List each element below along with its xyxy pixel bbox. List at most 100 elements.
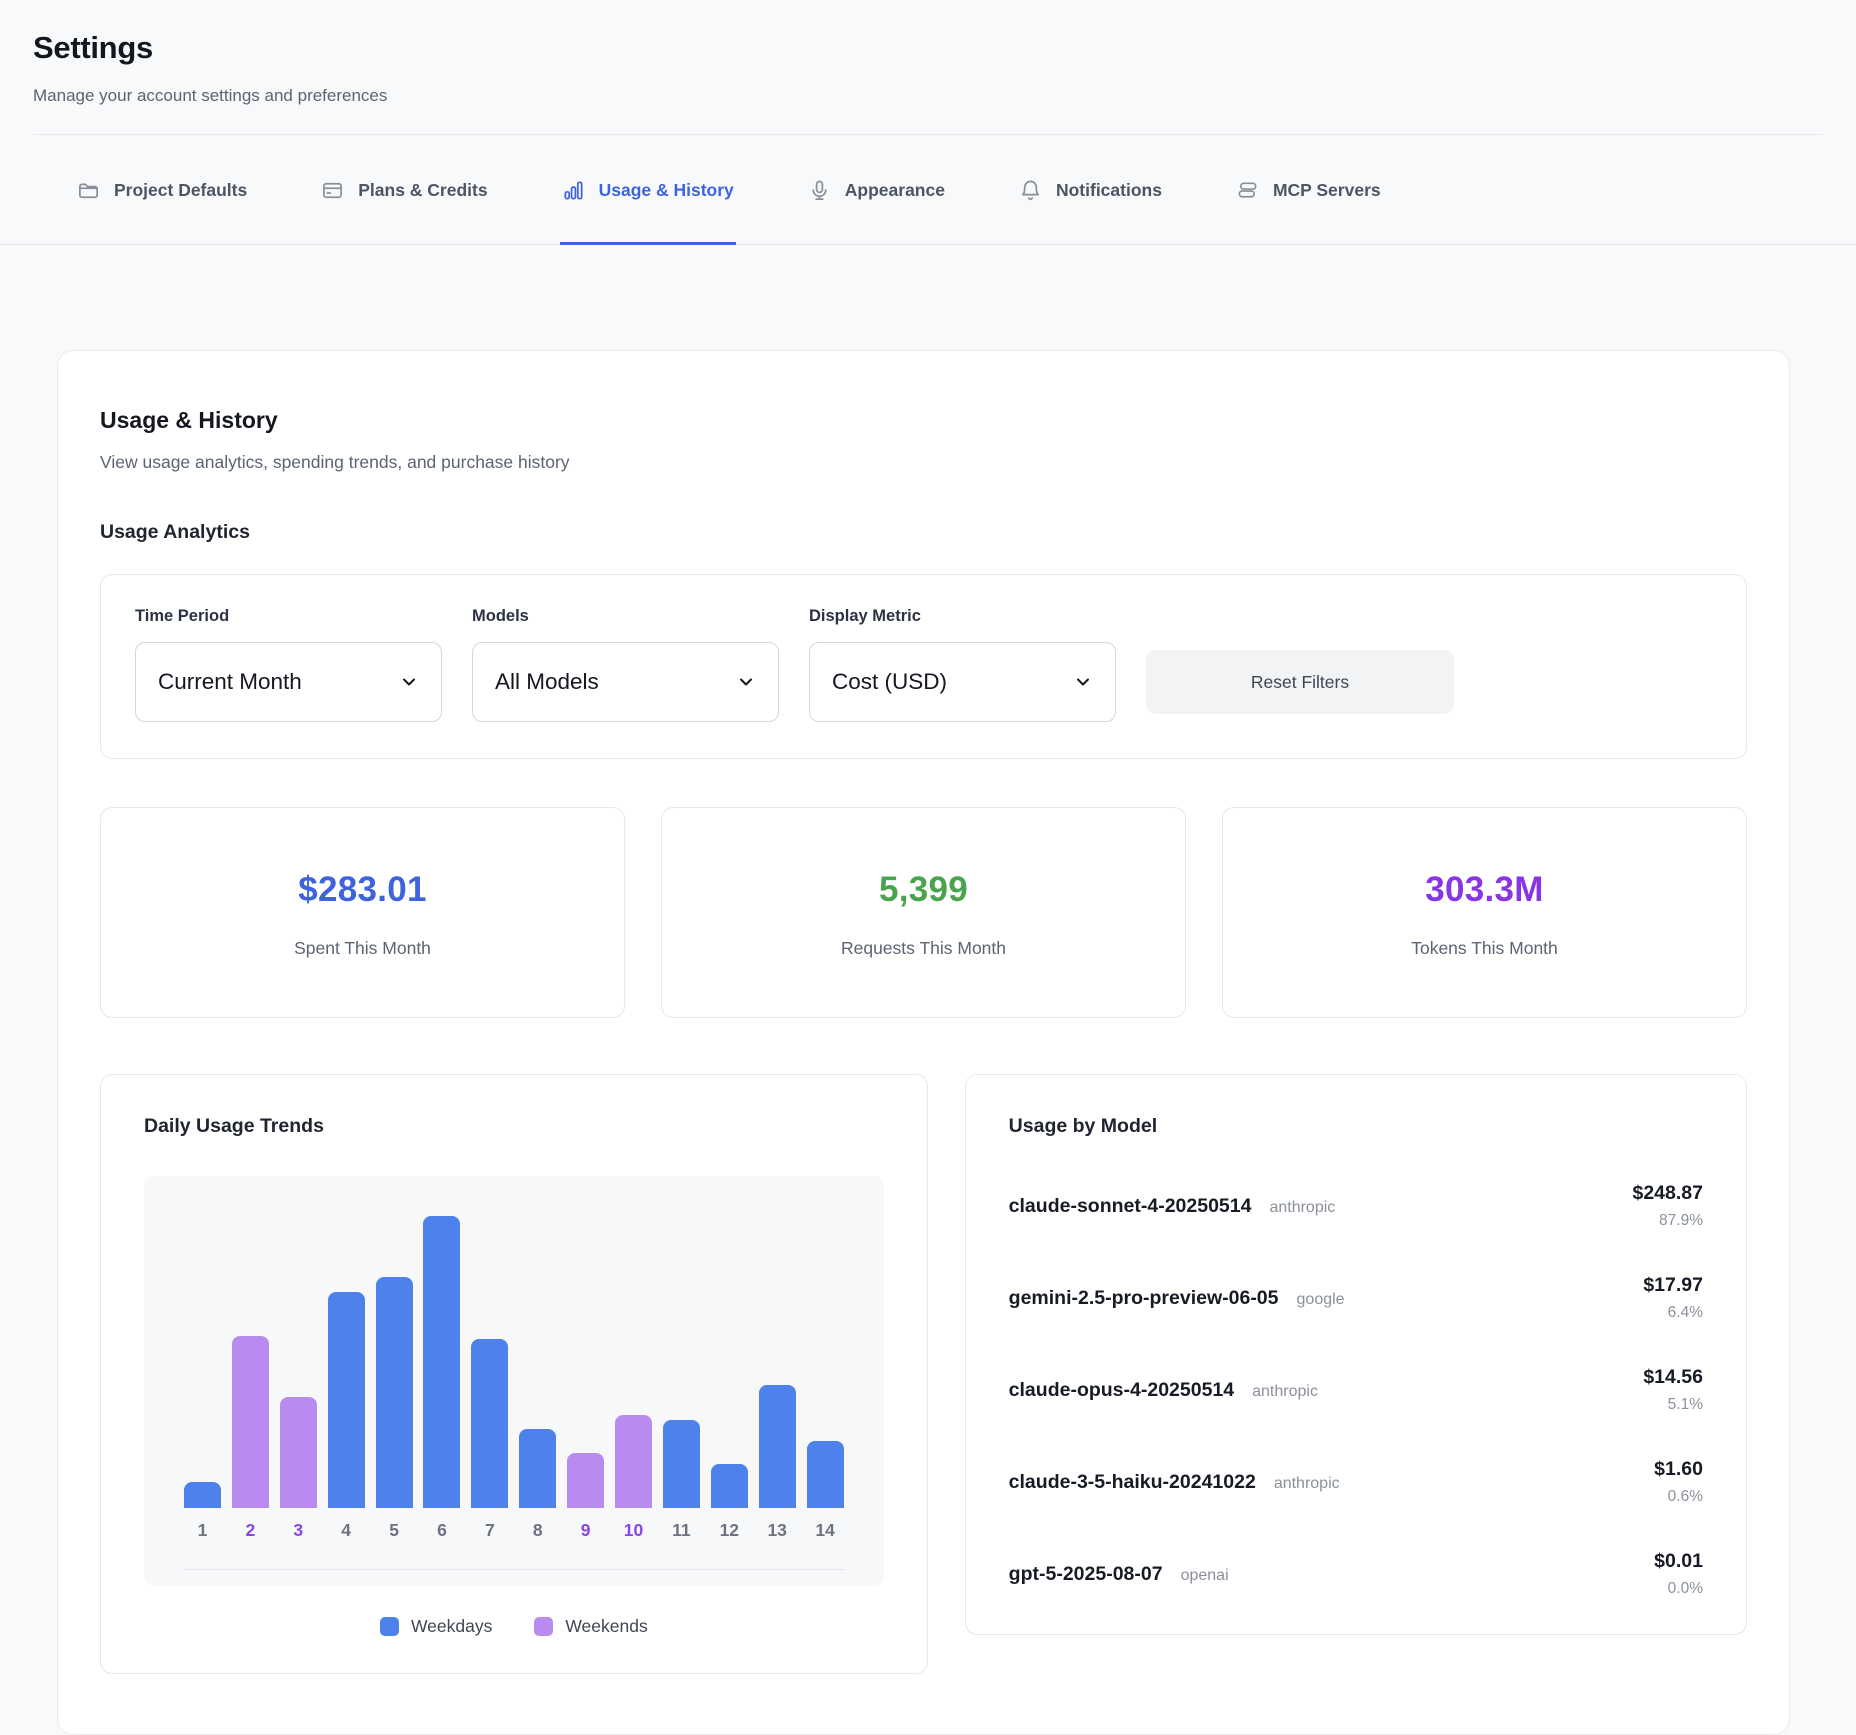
model-amount: $248.87	[1632, 1182, 1703, 1205]
usage-by-model-list: claude-sonnet-4-20250514 anthropic $248.87…	[1009, 1182, 1703, 1598]
x-tick-4: 4	[328, 1520, 365, 1541]
x-tick-12: 12	[711, 1520, 748, 1541]
usage-history-card: Usage & History View usage analytics, sp…	[57, 350, 1790, 1735]
page-header: Settings Manage your account settings an…	[0, 0, 1856, 106]
model-row-gemini-2-5-pro-preview-06-05: gemini-2.5-pro-preview-06-05 google $17.97…	[1009, 1274, 1703, 1322]
models-group: Models All Models	[472, 607, 779, 722]
model-row-claude-sonnet-4-20250514: claude-sonnet-4-20250514anthropic$248.87…	[1009, 1182, 1703, 1230]
models-select[interactable]: All Models	[472, 642, 779, 722]
settings-tab-bar: Project Defaults Plans & Credits Usage & H…	[0, 135, 1856, 245]
model-name: gemini-2.5-pro-preview-06-05	[1009, 1287, 1279, 1310]
tab-appearance[interactable]: Appearance	[806, 135, 947, 245]
model-amount: $14.56	[1643, 1366, 1703, 1389]
x-tick-5: 5	[376, 1520, 413, 1541]
daily-usage-trends-card: Daily Usage Trends 1234567891011121314 W…	[100, 1074, 928, 1674]
model-percent: 87.9%	[1632, 1212, 1703, 1230]
bottom-panels: Daily Usage Trends 1234567891011121314 W…	[100, 1074, 1747, 1674]
model-percent: 5.1%	[1643, 1396, 1703, 1414]
x-tick-3: 3	[280, 1520, 317, 1541]
model-cost: $17.976.4%	[1643, 1274, 1703, 1322]
weekends-swatch	[534, 1617, 553, 1636]
chevron-down-icon	[1073, 672, 1093, 692]
model-name: gpt-5-2025-08-07	[1009, 1563, 1163, 1586]
bar-day-6-weekday	[423, 1216, 460, 1508]
model-amount: $1.60	[1654, 1458, 1703, 1481]
bar-chart-icon	[562, 179, 585, 202]
model-amount: $0.01	[1654, 1550, 1703, 1573]
model-row-claude-opus-4-20250514: claude-opus-4-20250514anthropic $14.56 5.1…	[1009, 1366, 1703, 1414]
tab-label: Notifications	[1056, 180, 1162, 201]
stat-card-requests-this-month: 5,399Requests This Month	[661, 807, 1186, 1018]
model-info: gpt-5-2025-08-07 openai	[1009, 1563, 1229, 1586]
bar-day-10-weekend	[615, 1415, 652, 1508]
chart-title: Daily Usage Trends	[144, 1115, 884, 1138]
display-metric-group: Display Metric Cost (USD)	[809, 607, 1116, 722]
tab-label: Usage & History	[599, 180, 734, 201]
model-info: claude-opus-4-20250514anthropic	[1009, 1379, 1318, 1402]
usage-by-model-card: Usage by Model claude-sonnet-4-20250514 a…	[965, 1074, 1747, 1635]
bar-day-4-weekday	[328, 1292, 365, 1508]
chart-divider	[184, 1569, 844, 1570]
model-provider: openai	[1181, 1567, 1229, 1585]
stat-label: Spent This Month	[111, 938, 614, 959]
model-info: gemini-2.5-pro-preview-06-05 google	[1009, 1287, 1345, 1310]
chart-bars	[184, 1216, 844, 1508]
model-name: claude-3-5-haiku-20241022	[1009, 1471, 1256, 1494]
tab-label: Project Defaults	[114, 180, 247, 201]
usage-by-model-title: Usage by Model	[1009, 1115, 1703, 1138]
tab-notifications[interactable]: Notifications	[1017, 135, 1164, 245]
x-tick-13: 13	[759, 1520, 796, 1541]
x-tick-11: 11	[663, 1520, 700, 1541]
x-tick-6: 6	[423, 1520, 460, 1541]
stat-card-tokens-this-month: 303.3MTokens This Month	[1222, 807, 1747, 1018]
bar-day-9-weekend	[567, 1453, 604, 1508]
filters-panel: Time Period Current Month Models All Mod…	[100, 574, 1747, 759]
models-value: All Models	[495, 669, 599, 695]
bar-day-5-weekday	[376, 1277, 413, 1508]
model-info: claude-3-5-haiku-20241022 anthropic	[1009, 1471, 1340, 1494]
display-metric-value: Cost (USD)	[832, 669, 947, 695]
tab-label: Appearance	[845, 180, 945, 201]
folder-icon	[77, 179, 100, 202]
bar-day-3-weekend	[280, 1397, 317, 1508]
reset-filters-button[interactable]: Reset Filters	[1146, 650, 1454, 714]
model-name: claude-sonnet-4-20250514	[1009, 1195, 1252, 1218]
credit-card-icon	[321, 179, 344, 202]
display-metric-label: Display Metric	[809, 607, 1116, 626]
model-cost: $0.01 0.0%	[1654, 1550, 1703, 1598]
bar-day-12-weekday	[711, 1464, 748, 1508]
tab-usage-history[interactable]: Usage & History	[560, 135, 736, 245]
model-provider: anthropic	[1274, 1475, 1340, 1493]
page-subtitle: Manage your account settings and prefere…	[33, 86, 1823, 106]
section-subtitle: View usage analytics, spending trends, a…	[100, 452, 1747, 473]
bell-icon	[1019, 179, 1042, 202]
display-metric-select[interactable]: Cost (USD)	[809, 642, 1116, 722]
stat-label: Requests This Month	[672, 938, 1175, 959]
tab-label: MCP Servers	[1273, 180, 1381, 201]
model-provider: google	[1297, 1291, 1345, 1309]
models-label: Models	[472, 607, 779, 626]
tab-project-defaults[interactable]: Project Defaults	[75, 135, 249, 245]
x-tick-7: 7	[471, 1520, 508, 1541]
microphone-icon	[808, 179, 831, 202]
tab-mcp-servers[interactable]: MCP Servers	[1234, 135, 1383, 245]
chart-x-axis-labels: 1234567891011121314	[184, 1520, 844, 1541]
chevron-down-icon	[736, 672, 756, 692]
bar-day-13-weekday	[759, 1385, 796, 1508]
model-amount: $17.97	[1643, 1274, 1703, 1297]
section-title: Usage & History	[100, 407, 1747, 434]
x-tick-8: 8	[519, 1520, 556, 1541]
model-percent: 0.0%	[1654, 1580, 1703, 1598]
time-period-select[interactable]: Current Month	[135, 642, 442, 722]
x-tick-1: 1	[184, 1520, 221, 1541]
bar-day-1-weekday	[184, 1482, 221, 1508]
x-tick-14: 14	[807, 1520, 844, 1541]
time-period-value: Current Month	[158, 669, 302, 695]
bar-day-2-weekend	[232, 1336, 269, 1508]
stat-label: Tokens This Month	[1233, 938, 1736, 959]
tab-plans-credits[interactable]: Plans & Credits	[319, 135, 489, 245]
legend-item-weekends: Weekends	[534, 1616, 647, 1637]
bar-day-11-weekday	[663, 1420, 700, 1508]
model-row-claude-3-5-haiku-20241022: claude-3-5-haiku-20241022anthropic$1.600…	[1009, 1458, 1703, 1506]
tab-label: Plans & Credits	[358, 180, 487, 201]
